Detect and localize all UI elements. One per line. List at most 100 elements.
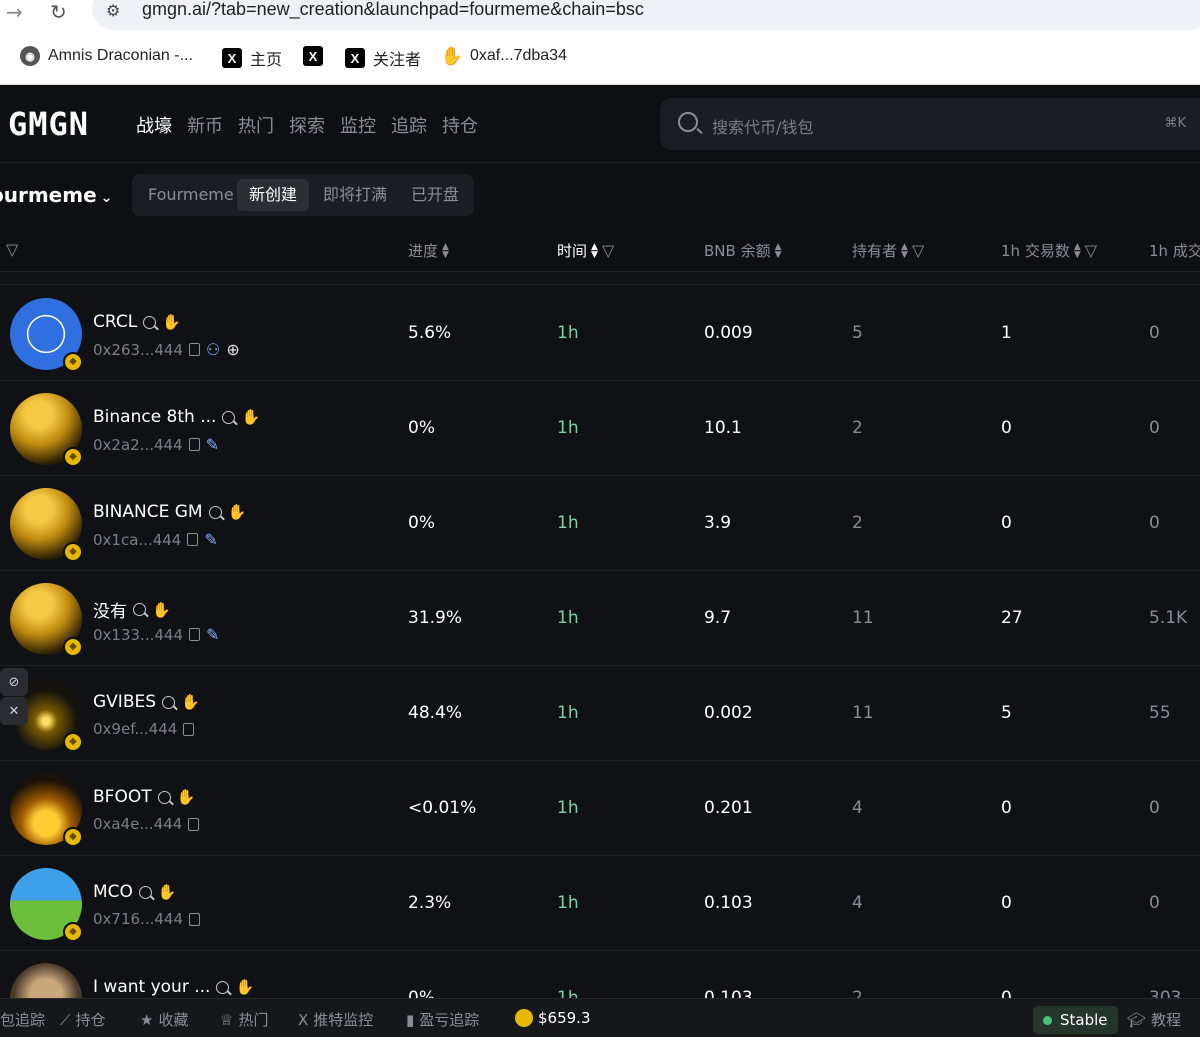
reload-icon[interactable]: ↻ <box>50 0 67 24</box>
token-name[interactable]: GVIBES ✋ <box>93 692 200 712</box>
table-row[interactable]: ◆ 没有 ✋ 0x133...444 ✎ 31.9% 1h 9.7 11 27 … <box>0 571 1200 666</box>
nav-explore[interactable]: 探索 <box>289 112 325 138</box>
token-name[interactable]: 没有 ✋ <box>93 597 171 623</box>
feather-icon[interactable]: ✎ <box>206 625 219 644</box>
tab-fourmeme[interactable]: Fourmeme <box>136 179 246 211</box>
site-settings-icon[interactable]: ⚙ <box>106 1 120 20</box>
globe-icon: ◉ <box>20 46 40 66</box>
table-row[interactable]: ◆ MCO ✋ 0x716...444 2.3% 1h 0.103 4 0 0 <box>0 856 1200 951</box>
copy-icon[interactable] <box>189 912 200 926</box>
volume-value: 0 <box>1149 513 1160 533</box>
bnb-value: 0.009 <box>704 323 753 343</box>
progress-value: 5.6% <box>408 323 452 343</box>
table-row[interactable]: ◆ GVIBES ✋ 0x9ef...444 48.4% 1h 0.002 11… <box>0 666 1200 761</box>
th-time[interactable]: 时间 ▲ ▼ ▽ <box>557 240 614 261</box>
tab-new-creation[interactable]: 新创建 <box>237 179 310 211</box>
nav-track[interactable]: 追踪 <box>391 112 427 138</box>
th-volume[interactable]: 1h 成交 <box>1149 240 1200 261</box>
time-value: 1h <box>557 703 579 723</box>
table-row[interactable]: ◆ CRCL ✋ 0x263...444 ⚇ ⊕ 5.6% 1h 0.009 5 … <box>0 286 1200 381</box>
time-value: 1h <box>557 893 579 913</box>
search-icon[interactable] <box>157 790 171 804</box>
gmgn-logo[interactable]: GMGN <box>8 105 89 143</box>
filter-icon[interactable]: ▽ <box>602 241 614 260</box>
bottom-favorites[interactable]: ★ 收藏 <box>140 1009 188 1030</box>
bottom-wallet-track[interactable]: 包追踪 <box>0 1009 45 1030</box>
user-icon[interactable]: ⚇ <box>206 340 220 359</box>
copy-icon[interactable] <box>189 343 200 356</box>
tab-launched[interactable]: 已开盘 <box>399 179 471 211</box>
token-address[interactable]: 0x263...444 ⚇ ⊕ <box>93 340 240 359</box>
token-address[interactable]: 0x9ef...444 <box>93 720 195 738</box>
sort-icon: ▲ ▼ <box>1073 241 1081 260</box>
launchpad-select[interactable]: ourmeme ⌄ <box>0 183 112 207</box>
url-text[interactable]: gmgn.ai/?tab=new_creation&launchpad=four… <box>142 0 644 20</box>
nav-monitor[interactable]: 监控 <box>340 112 376 138</box>
copy-icon[interactable] <box>188 817 200 831</box>
token-address[interactable]: 0xa4e...444 <box>93 815 200 833</box>
feather-icon[interactable]: ✎ <box>206 435 219 454</box>
progress-value: 0% <box>408 513 435 533</box>
th-bnb[interactable]: BNB 余额 ▲ ▼ <box>704 240 782 261</box>
filter-icon[interactable]: ▽ <box>1085 241 1097 260</box>
back-icon[interactable]: → <box>6 0 23 24</box>
th-tx[interactable]: 1h 交易数 ▲ ▼ ▽ <box>1001 240 1097 261</box>
bookmarks-bar: ◉ Amnis Draconian -... X 主页 X X 关注者 ✋ 0x… <box>0 30 1200 85</box>
nav-trending[interactable]: 热门 <box>238 112 274 138</box>
x-icon: X <box>345 48 365 68</box>
search-placeholder: 搜索代币/钱包 <box>712 118 814 137</box>
globe-icon[interactable]: ⊕ <box>226 340 239 359</box>
th-holders[interactable]: 持有者 ▲ ▼ ▽ <box>852 240 924 261</box>
token-address[interactable]: 0x2a2...444 ✎ <box>93 435 219 454</box>
search-icon[interactable] <box>208 505 222 519</box>
bookmark-home[interactable]: X 主页 <box>222 46 282 70</box>
copy-icon[interactable] <box>189 628 200 641</box>
copy-icon[interactable] <box>188 438 200 451</box>
search-icon[interactable] <box>216 980 230 994</box>
token-address[interactable]: 0x716...444 <box>93 910 200 928</box>
feather-icon[interactable]: ✎ <box>204 530 217 549</box>
nav-holdings[interactable]: 持仓 <box>442 112 478 138</box>
hide-icon[interactable]: ⊘ <box>0 668 28 696</box>
search-input[interactable]: 搜索代币/钱包 ⌘K <box>660 98 1200 150</box>
search-icon[interactable] <box>143 315 157 329</box>
token-name[interactable]: BINANCE GM ✋ <box>93 502 246 522</box>
filter-icon[interactable]: ▽ <box>912 241 924 260</box>
bookmark-amnis[interactable]: ◉ Amnis Draconian -... <box>20 46 193 66</box>
search-icon[interactable] <box>162 695 176 709</box>
tab-almost-full[interactable]: 即将打满 <box>311 179 399 211</box>
token-address[interactable]: 0x1ca...444 ✎ <box>93 530 218 549</box>
bottom-pnl-track[interactable]: ▮ 盈亏追踪 <box>406 1009 479 1030</box>
token-name[interactable]: CRCL ✋ <box>93 312 181 332</box>
bottom-twitter-monitor[interactable]: X 推特监控 <box>298 1009 373 1030</box>
copy-icon[interactable] <box>183 722 195 736</box>
bottom-trending[interactable]: ♕ 热门 <box>220 1009 268 1030</box>
time-value: 1h <box>557 323 579 343</box>
table-row[interactable]: ◆ Binance 8th ... ✋ 0x2a2...444 ✎ 0% 1h … <box>0 381 1200 476</box>
token-name[interactable]: MCO ✋ <box>93 882 177 902</box>
token-name[interactable]: BFOOT ✋ <box>93 787 195 807</box>
stable-status[interactable]: Stable <box>1033 1006 1118 1034</box>
bookmark-wallet[interactable]: ✋ 0xaf...7dba34 <box>441 46 567 66</box>
token-address[interactable]: 0x133...444 ✎ <box>93 625 219 644</box>
token-name[interactable]: Binance 8th ... ✋ <box>93 407 260 427</box>
bnb-value: 0.002 <box>704 703 753 723</box>
table-row[interactable]: ◆ BINANCE GM ✋ 0x1ca...444 ✎ 0% 1h 3.9 2… <box>0 476 1200 571</box>
copy-icon[interactable] <box>187 533 199 546</box>
th-progress[interactable]: 进度 ▲ ▼ <box>408 240 449 261</box>
bookmark-x[interactable]: X <box>303 46 323 66</box>
nav-trenches[interactable]: 战壕 <box>136 112 172 138</box>
bottom-holdings[interactable]: ⟋ 持仓 <box>60 1009 106 1030</box>
bookmark-followers[interactable]: X 关注者 <box>345 46 421 70</box>
token-name[interactable]: I want your ... ✋ <box>93 977 254 997</box>
blocked-icon[interactable]: ✕ <box>0 697 28 725</box>
table-row[interactable]: ◆ BFOOT ✋ 0xa4e...444 <0.01% 1h 0.201 4 … <box>0 761 1200 856</box>
nav-new-coins[interactable]: 新币 <box>187 112 223 138</box>
filter-icon[interactable]: ▽ <box>6 240 18 259</box>
bottom-tutorial[interactable]: 🎓︎ 教程 <box>1127 1009 1181 1030</box>
search-icon[interactable] <box>222 410 236 424</box>
search-icon[interactable] <box>138 885 152 899</box>
hand-icon: ✋ <box>227 503 247 521</box>
hand-icon: ✋ <box>181 693 200 711</box>
search-icon[interactable] <box>133 603 146 616</box>
